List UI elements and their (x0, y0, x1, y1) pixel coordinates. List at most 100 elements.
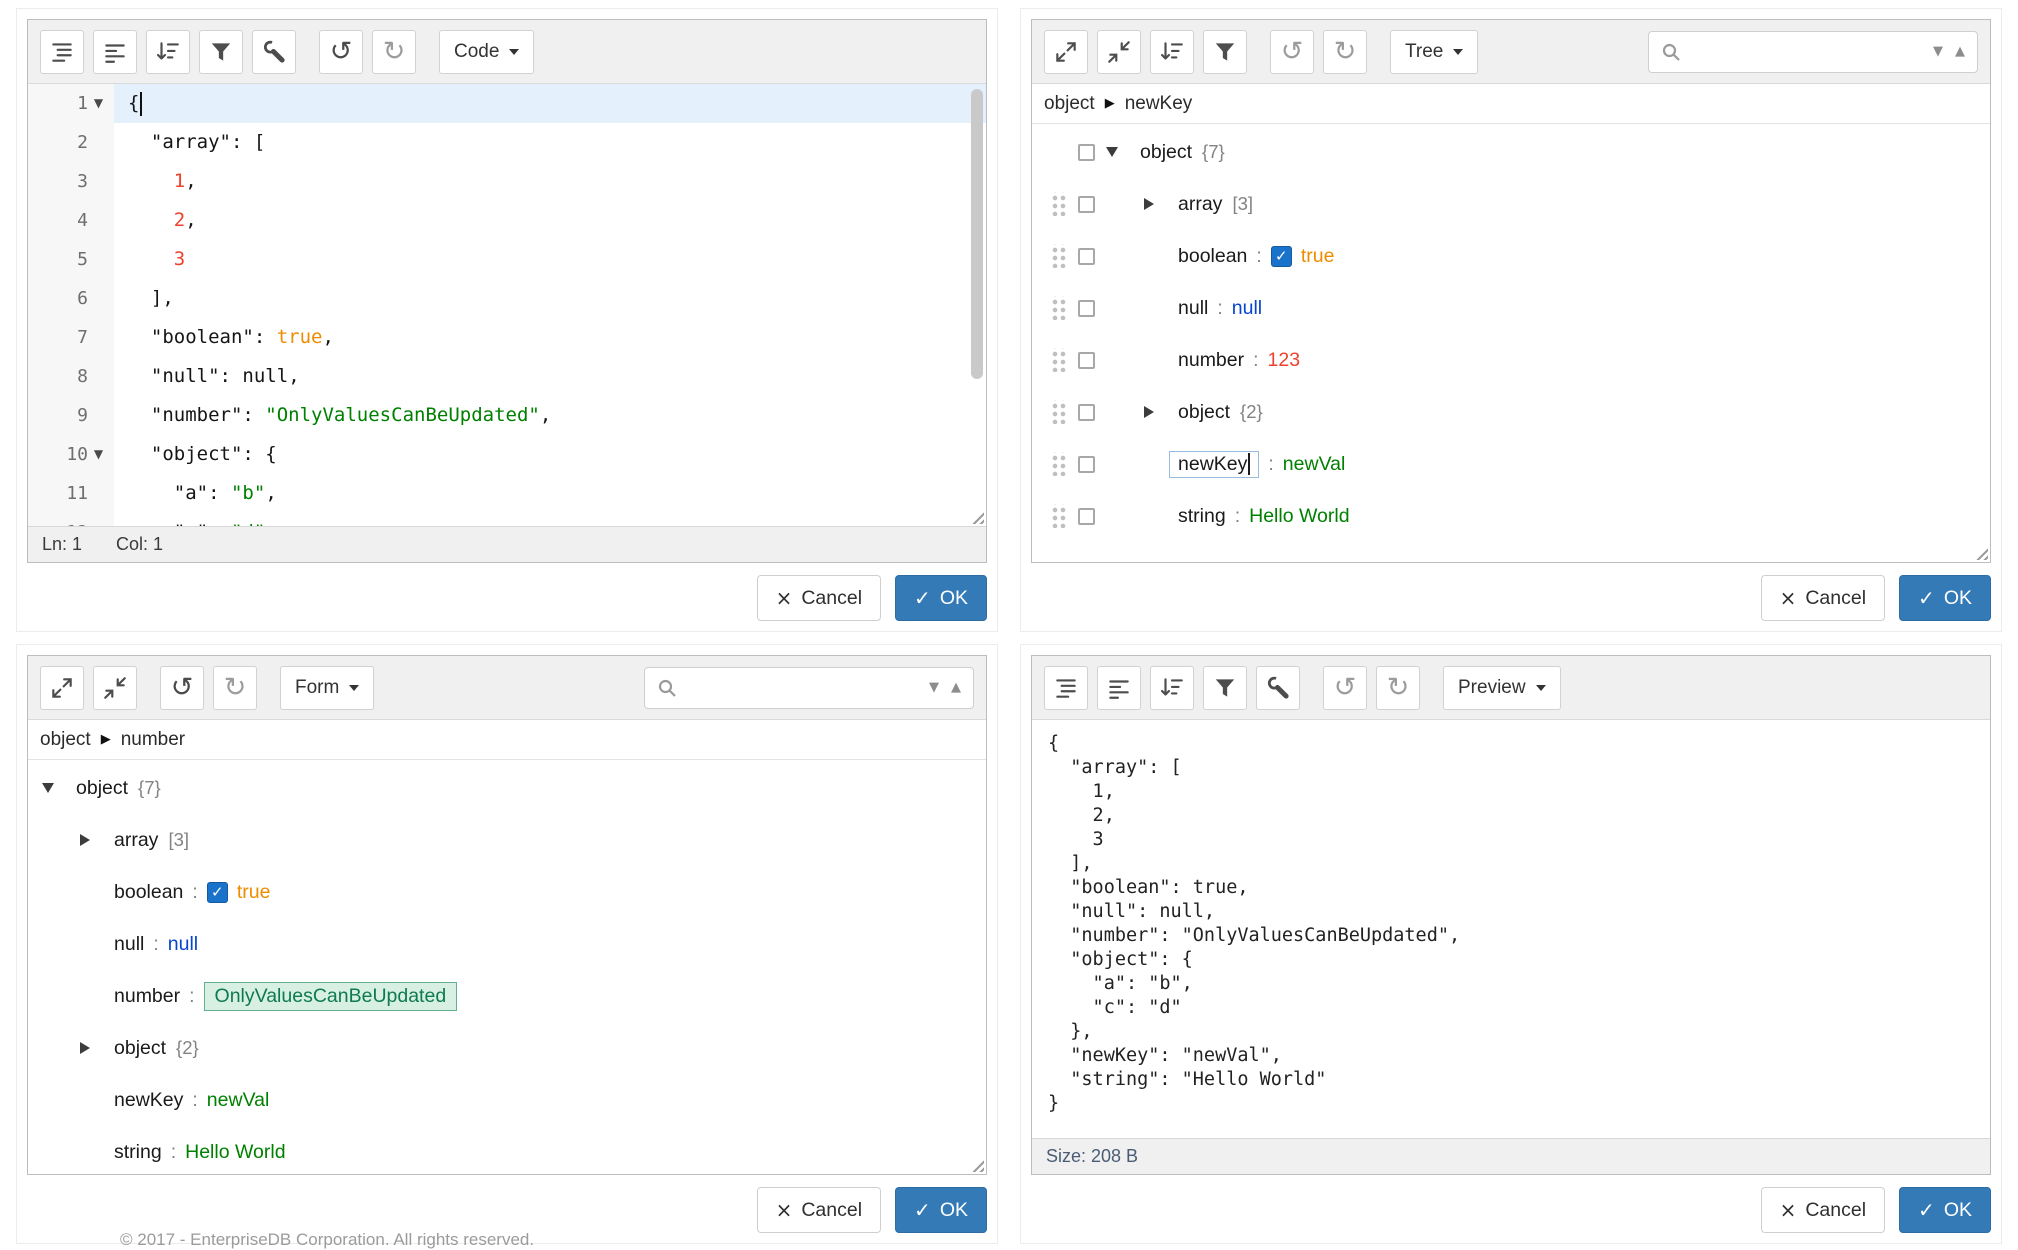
mode-select-button[interactable]: Tree (1390, 30, 1478, 74)
breadcrumb-item[interactable]: object (1044, 93, 1095, 115)
field-name[interactable]: newKey (1169, 451, 1259, 478)
expand-all-button[interactable] (1044, 30, 1088, 74)
transform-button[interactable] (1203, 30, 1247, 74)
search-input[interactable] (1691, 40, 1923, 63)
collapse-all-button[interactable] (93, 666, 137, 710)
search-next-icon[interactable]: ▼ (1931, 44, 1945, 59)
fold-arrow-icon[interactable]: ▼ (91, 435, 106, 474)
drag-handle-icon[interactable] (1050, 296, 1066, 320)
mode-select-button[interactable]: Code (439, 30, 534, 74)
search-previous-icon[interactable]: ▲ (1953, 44, 1967, 59)
compact-button[interactable] (1097, 666, 1141, 710)
field-value[interactable]: newVal (1283, 453, 1346, 476)
field-name[interactable]: number (114, 985, 180, 1008)
field-value[interactable]: null (168, 933, 198, 956)
drag-handle-icon[interactable] (1050, 452, 1066, 476)
field-value[interactable]: null (1232, 297, 1262, 320)
code-line[interactable]: 2 "array": [ (28, 123, 986, 162)
breadcrumb-item[interactable]: number (121, 729, 185, 751)
action-menu-button[interactable] (1066, 248, 1106, 265)
repair-button[interactable] (1256, 666, 1300, 710)
breadcrumb-item[interactable]: object (40, 729, 91, 751)
collapse-triangle-icon[interactable] (1106, 147, 1118, 157)
redo-button[interactable]: ↻ (213, 666, 257, 710)
field-name[interactable]: array (1178, 193, 1222, 216)
expand-all-button[interactable] (40, 666, 84, 710)
code-area[interactable]: 1▼{2 "array": [3 1,4 2,5 36 ],7 "boolean… (28, 84, 986, 526)
scrollbar-thumb[interactable] (971, 89, 983, 379)
redo-button[interactable]: ↻ (1376, 666, 1420, 710)
drag-handle-icon[interactable] (1050, 192, 1066, 216)
collapse-all-button[interactable] (1097, 30, 1141, 74)
code-line[interactable]: 4 2, (28, 201, 986, 240)
sort-button[interactable] (146, 30, 190, 74)
sort-button[interactable] (1150, 30, 1194, 74)
expand-triangle-icon[interactable] (1144, 406, 1154, 418)
transform-button[interactable] (1203, 666, 1247, 710)
redo-button[interactable]: ↻ (1323, 30, 1367, 74)
undo-button[interactable]: ↺ (1270, 30, 1314, 74)
field-name[interactable]: object (1178, 401, 1230, 424)
field-value[interactable]: OnlyValuesCanBeUpdated (204, 982, 458, 1011)
expand-triangle-icon[interactable] (80, 1042, 90, 1054)
field-value[interactable]: 123 (1268, 349, 1301, 372)
checkbox-checked[interactable]: ✓ (207, 882, 228, 903)
compact-button[interactable] (93, 30, 137, 74)
drag-handle-icon[interactable] (1050, 504, 1066, 528)
ok-button[interactable]: ✓OK (1899, 575, 1991, 621)
cancel-button[interactable]: ×Cancel (757, 575, 881, 621)
collapse-triangle-icon[interactable] (42, 783, 54, 793)
code-line[interactable]: 3 1, (28, 162, 986, 201)
code-line[interactable]: 12 "c": "d" (28, 513, 986, 526)
field-name[interactable]: null (114, 933, 144, 956)
code-line[interactable]: 6 ], (28, 279, 986, 318)
action-menu-button[interactable] (1066, 508, 1106, 525)
drag-handle-icon[interactable] (1050, 348, 1066, 372)
ok-button[interactable]: ✓OK (895, 575, 987, 621)
undo-button[interactable]: ↺ (1323, 666, 1367, 710)
undo-button[interactable]: ↺ (160, 666, 204, 710)
cancel-button[interactable]: ×Cancel (1761, 1187, 1885, 1233)
format-button[interactable] (1044, 666, 1088, 710)
code-line[interactable]: 7 "boolean": true, (28, 318, 986, 357)
code-line[interactable]: 9 "number": "OnlyValuesCanBeUpdated", (28, 396, 986, 435)
code-line[interactable]: 5 3 (28, 240, 986, 279)
drag-handle-icon[interactable] (1050, 244, 1066, 268)
field-value[interactable]: true (1301, 245, 1335, 268)
checkbox-checked[interactable]: ✓ (1271, 246, 1292, 267)
field-name[interactable]: string (114, 1141, 162, 1164)
sort-button[interactable] (1150, 666, 1194, 710)
field-name[interactable]: boolean (114, 881, 183, 904)
search-input[interactable] (687, 676, 919, 699)
field-name[interactable]: object (114, 1037, 166, 1060)
field-name[interactable]: object (1140, 141, 1192, 164)
format-button[interactable] (40, 30, 84, 74)
search-previous-icon[interactable]: ▲ (949, 680, 963, 695)
code-line[interactable]: 11 "a": "b", (28, 474, 986, 513)
field-name[interactable]: number (1178, 349, 1244, 372)
transform-button[interactable] (199, 30, 243, 74)
expand-triangle-icon[interactable] (80, 834, 90, 846)
action-menu-button[interactable] (1066, 404, 1106, 421)
ok-button[interactable]: ✓OK (1899, 1187, 1991, 1233)
preview-body[interactable]: { "array": [ 1, 2, 3 ], "boolean": true,… (1032, 720, 1990, 1138)
expand-triangle-icon[interactable] (1144, 198, 1154, 210)
mode-select-button[interactable]: Preview (1443, 666, 1561, 710)
repair-button[interactable] (252, 30, 296, 74)
cancel-button[interactable]: ×Cancel (757, 1187, 881, 1233)
undo-button[interactable]: ↺ (319, 30, 363, 74)
cancel-button[interactable]: ×Cancel (1761, 575, 1885, 621)
action-menu-button[interactable] (1066, 352, 1106, 369)
code-line[interactable]: 8 "null": null, (28, 357, 986, 396)
code-line[interactable]: 1▼{ (28, 84, 986, 123)
mode-select-button[interactable]: Form (280, 666, 374, 710)
action-menu-button[interactable] (1066, 456, 1106, 473)
field-name[interactable]: boolean (1178, 245, 1247, 268)
field-value[interactable]: true (237, 881, 271, 904)
field-name[interactable]: array (114, 829, 158, 852)
action-menu-button[interactable] (1066, 196, 1106, 213)
field-name[interactable]: newKey (114, 1089, 183, 1112)
drag-handle-icon[interactable] (1050, 400, 1066, 424)
field-name[interactable]: string (1178, 505, 1226, 528)
action-menu-button[interactable] (1066, 300, 1106, 317)
